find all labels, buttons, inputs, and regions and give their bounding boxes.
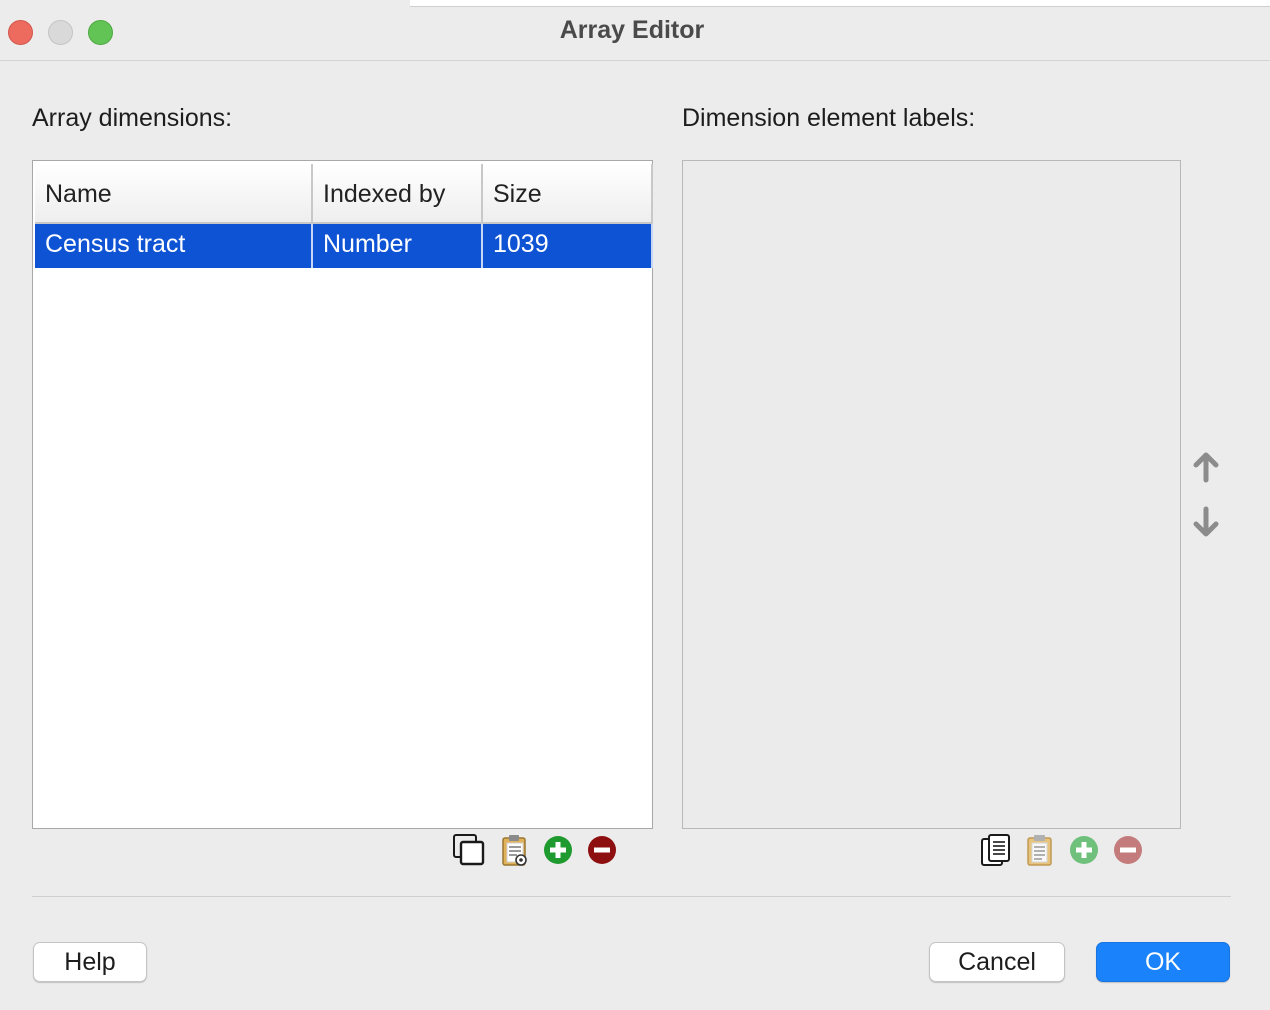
arrow-up-icon[interactable]	[1189, 450, 1223, 484]
dimension-element-labels-list[interactable]	[682, 160, 1181, 829]
paste-icon[interactable]	[498, 833, 532, 867]
window-title: Array Editor	[559, 16, 705, 44]
separator	[32, 896, 1231, 897]
arrow-down-icon[interactable]	[1189, 505, 1223, 539]
title-bar: Array Editor	[0, 0, 1270, 61]
background-window-strip	[410, 0, 1270, 7]
ok-button[interactable]: OK	[1096, 942, 1230, 982]
paste-icon[interactable]	[1023, 833, 1057, 867]
help-button[interactable]: Help	[33, 942, 147, 982]
array-dimensions-table[interactable]: Name Indexed by Size Census tract Number…	[32, 160, 653, 829]
array-editor-window: Array Editor Array dimensions: Dimension…	[0, 0, 1270, 1010]
cell-size[interactable]: 1039	[483, 224, 653, 268]
cell-name[interactable]: Census tract	[35, 224, 313, 268]
column-header-name[interactable]: Name	[35, 164, 313, 224]
dimension-element-labels-label: Dimension element labels:	[682, 104, 976, 132]
table-row[interactable]: Census tract Number 1039	[35, 224, 653, 268]
remove-icon[interactable]	[585, 833, 619, 867]
remove-icon[interactable]	[1111, 833, 1145, 867]
add-icon[interactable]	[541, 833, 575, 867]
column-header-size[interactable]: Size	[483, 164, 653, 224]
copy-icon[interactable]	[452, 833, 486, 867]
table-header: Name Indexed by Size	[35, 164, 653, 224]
cell-indexed-by[interactable]: Number	[313, 224, 483, 268]
cancel-button[interactable]: Cancel	[929, 942, 1065, 982]
column-header-indexed-by[interactable]: Indexed by	[313, 164, 483, 224]
add-icon[interactable]	[1067, 833, 1101, 867]
copy-list-icon[interactable]	[979, 833, 1013, 867]
array-dimensions-label: Array dimensions:	[32, 104, 233, 132]
